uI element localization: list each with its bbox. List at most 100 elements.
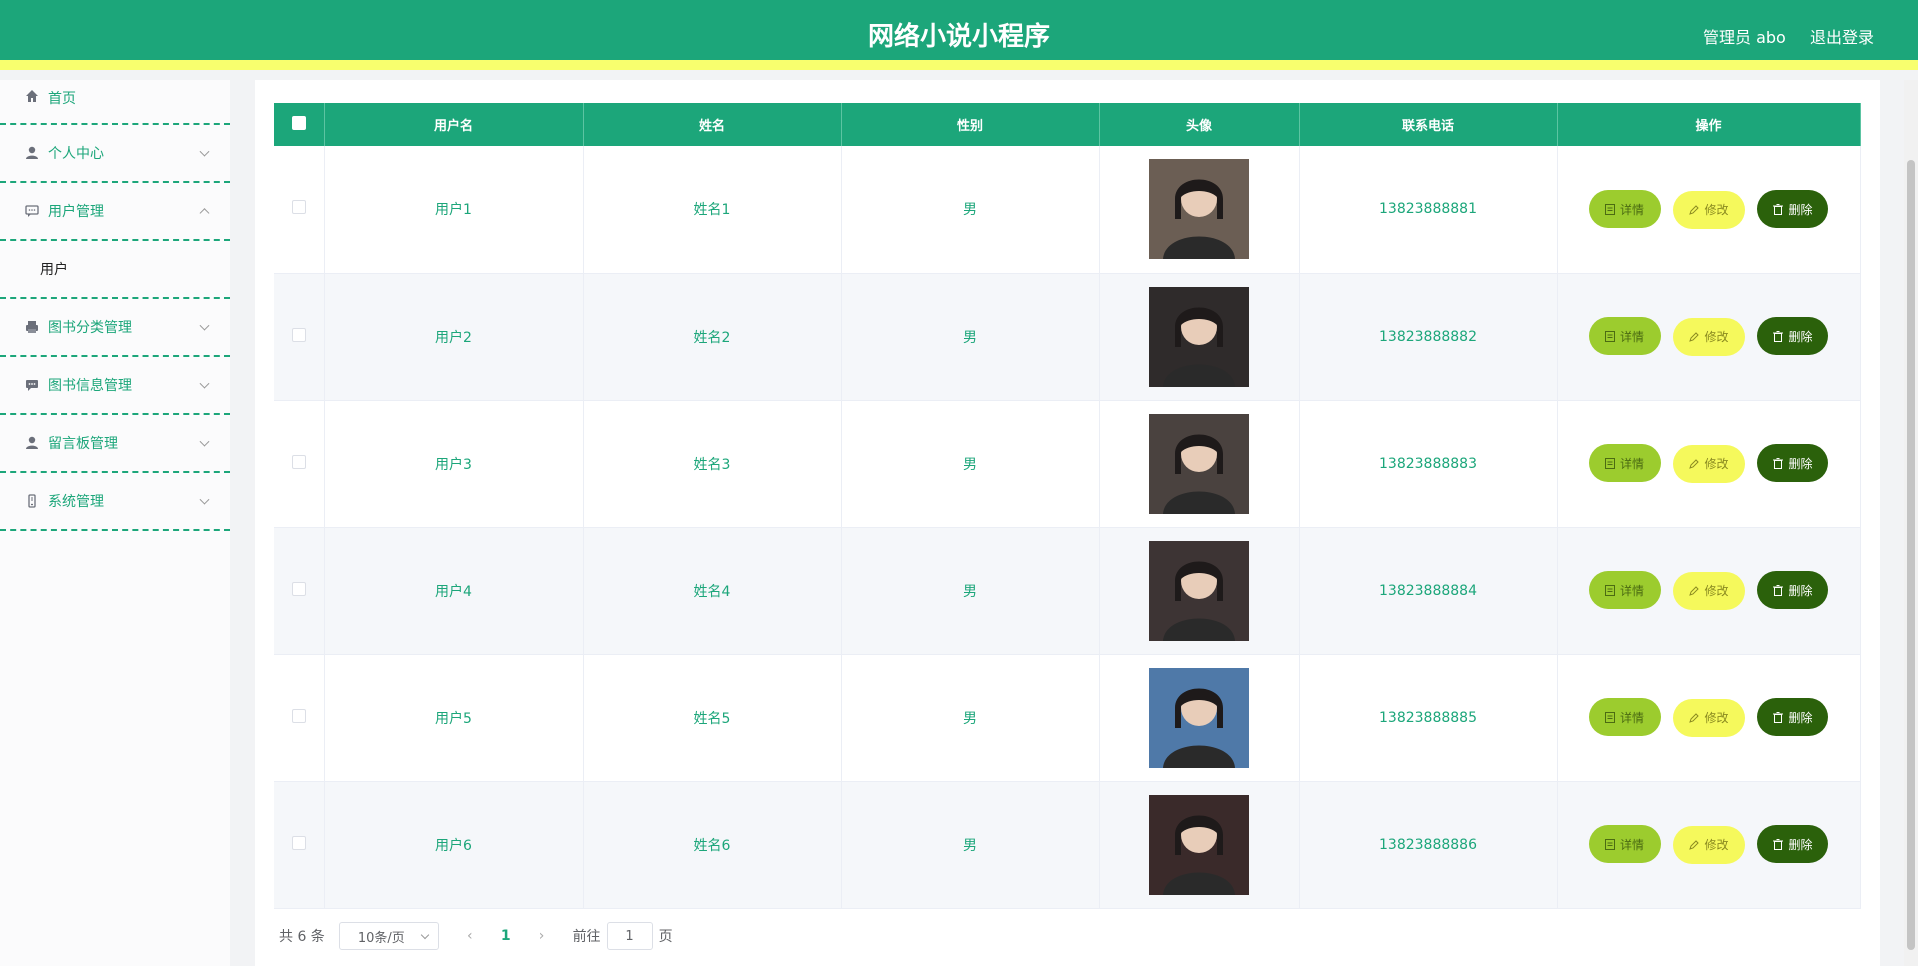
logout-button[interactable]: 退出登录 [1810,24,1874,48]
sidebar-item-label: 个人中心 [48,146,104,162]
name-cell: 姓名4 [583,527,842,655]
delete-button[interactable]: 删除 [1757,190,1829,228]
username-cell: 用户4 [324,527,584,655]
sidebar-item-home[interactable]: 首页 [0,80,230,125]
edit-button[interactable]: 修改 [1673,190,1745,229]
phone-cell: 13823888882 [1299,273,1558,401]
chevron-down-icon [199,494,210,505]
detail-button[interactable]: 详情 [1588,317,1661,356]
user-icon [24,435,40,451]
gender-cell: 男 [841,527,1100,655]
trash-icon [1773,838,1784,850]
sidebar-item-message-board[interactable]: 留言板管理 [0,415,230,473]
row-select-cell[interactable] [274,654,325,782]
home-icon [24,88,40,104]
actions-cell: 详情 修改 删除 [1557,400,1861,528]
sidebar-item-profile[interactable]: 个人中心 [0,125,230,183]
user-icon [24,145,40,161]
delete-button[interactable]: 删除 [1757,444,1829,483]
document-icon [1605,711,1616,723]
edit-button[interactable]: 修改 [1673,571,1745,610]
column-header-phone[interactable]: 联系电话 [1299,103,1558,146]
avatar-cell [1099,527,1300,655]
delete-label: 删除 [1788,329,1813,344]
page-number-current[interactable]: 1 [501,928,511,944]
avatar [1149,794,1249,895]
edit-label: 修改 [1704,711,1729,726]
column-header-username[interactable]: 用户名 [324,103,584,146]
chevron-down-icon [199,378,210,389]
name-cell: 姓名5 [583,654,842,782]
sidebar-item-system[interactable]: 系统管理 [0,473,230,531]
app-title: 网络小说小程序 [867,22,1050,52]
page-suffix: 页 [658,929,673,945]
select-all-cell[interactable] [274,103,325,146]
sidebar-item-user-management[interactable]: 用户管理 [0,183,230,241]
row-checkbox[interactable] [291,581,306,596]
detail-label: 详情 [1620,710,1645,725]
sidebar-item-book-info[interactable]: 图书信息管理 [0,357,230,415]
sidebar-item-label: 首页 [48,91,76,107]
delete-button[interactable]: 删除 [1757,571,1829,610]
pencil-icon [1689,332,1700,342]
next-page-button[interactable]: › [527,928,557,944]
column-header-name[interactable]: 姓名 [583,103,842,146]
document-icon [1605,203,1616,215]
edit-button[interactable]: 修改 [1673,444,1745,483]
sidebar-item-label: 用户管理 [48,204,104,220]
row-checkbox[interactable] [291,708,306,723]
delete-label: 删除 [1788,583,1813,598]
pencil-icon [1689,204,1700,215]
detail-button[interactable]: 详情 [1588,571,1661,610]
chevron-down-icon [199,320,210,331]
phone-icon [24,493,40,509]
row-checkbox[interactable] [291,454,306,469]
username-cell: 用户2 [324,273,584,401]
top-header: 网络小说小程序 管理员 abo 退出登录 [0,0,1918,70]
avatar-cell [1099,273,1300,401]
name-cell: 姓名1 [583,146,842,274]
row-select-cell[interactable] [274,273,325,401]
column-header-gender[interactable]: 性别 [841,103,1100,146]
edit-button[interactable]: 修改 [1673,317,1745,356]
delete-button[interactable]: 删除 [1757,825,1829,864]
delete-button[interactable]: 删除 [1757,698,1829,737]
detail-button[interactable]: 详情 [1588,444,1661,483]
detail-button[interactable]: 详情 [1588,698,1661,737]
name-cell: 姓名3 [583,400,842,528]
row-select-cell[interactable] [274,527,325,655]
gender-cell: 男 [841,400,1100,528]
pencil-icon [1689,586,1700,596]
delete-label: 删除 [1788,710,1813,725]
actions-cell: 详情 修改 删除 [1557,273,1861,401]
sidebar-item-label: 留言板管理 [48,436,118,452]
row-select-cell[interactable] [274,146,325,274]
prev-page-button[interactable]: ‹ [455,928,485,944]
column-header-actions: 操作 [1557,103,1861,146]
detail-label: 详情 [1620,583,1645,598]
scrollbar[interactable] [1904,80,1918,966]
detail-button[interactable]: 详情 [1588,825,1661,864]
row-checkbox[interactable] [291,327,306,342]
edit-button[interactable]: 修改 [1673,698,1745,737]
name-cell: 姓名2 [583,273,842,401]
page-size-select[interactable]: 10条/页 [338,922,439,950]
scrollbar-thumb[interactable] [1907,160,1915,950]
sidebar-item-book-category[interactable]: 图书分类管理 [0,299,230,357]
gender-cell: 男 [841,273,1100,401]
detail-button[interactable]: 详情 [1588,190,1661,228]
sidebar-subitem-user[interactable]: 用户 [0,241,230,299]
user-table: 用户名 姓名 性别 头像 联系电话 操作 用户1 姓名1 男 138238888… [274,103,1861,909]
delete-button[interactable]: 删除 [1757,317,1829,356]
phone-cell: 13823888885 [1299,654,1558,782]
delete-label: 删除 [1788,456,1813,471]
column-header-avatar[interactable]: 头像 [1099,103,1300,146]
edit-button[interactable]: 修改 [1673,825,1745,864]
select-all-checkbox[interactable] [291,115,306,130]
goto-page-input[interactable] [606,922,653,950]
row-checkbox[interactable] [291,200,306,215]
row-checkbox[interactable] [291,835,306,850]
row-select-cell[interactable] [274,400,325,528]
edit-label: 修改 [1704,838,1729,853]
row-select-cell[interactable] [274,781,325,909]
